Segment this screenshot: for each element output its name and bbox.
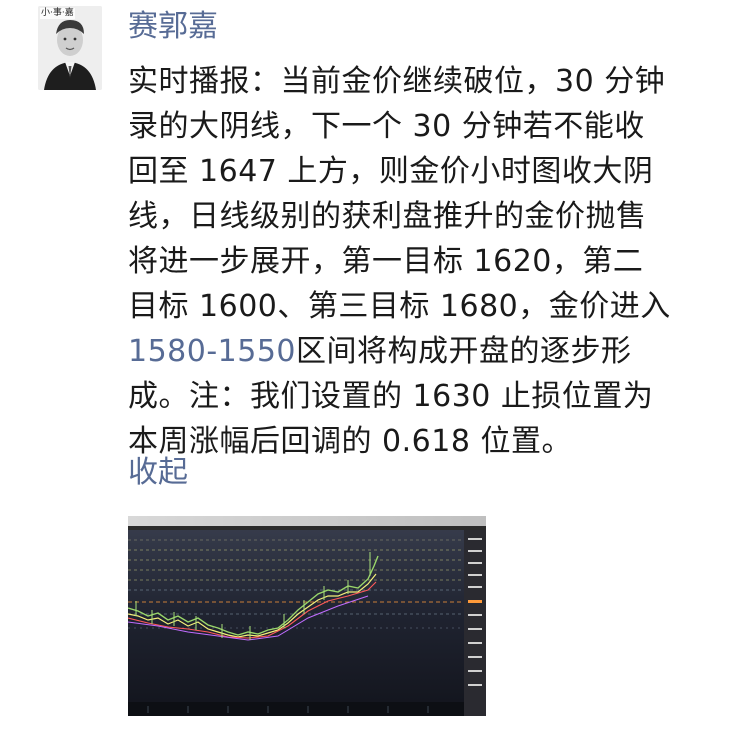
post-line-rest: 区间将构成开盘的逐步形 [296, 334, 632, 369]
post-line: 目标 1600、第三目标 1680，金价进入 [128, 289, 671, 324]
post-line: 本周涨幅后回调的 0.618 位置。 [128, 424, 572, 459]
post-text: 实时播报：当前金价继续破位，30 分钟 录的大阴线，下一个 30 分钟若不能收 … [128, 59, 728, 464]
author-avatar[interactable]: 小·事·嘉 [38, 6, 102, 90]
post-line: 线，日线级别的获利盘推升的金价抛售 [128, 199, 647, 234]
post-line: 录的大阴线，下一个 30 分钟若不能收 [128, 109, 645, 144]
post-line: 1580-1550区间将构成开盘的逐步形 [128, 329, 728, 374]
collapse-link[interactable]: 收起 [128, 452, 188, 494]
post-line: 成。注：我们设置的 1630 止损位置为 [128, 379, 654, 414]
post-line: 回至 1647 上方，则金价小时图收大阴 [128, 154, 654, 189]
post-line: 将进一步展开，第一目标 1620，第二 [128, 244, 644, 279]
avatar-caption: 小·事·嘉 [40, 8, 75, 19]
price-range-link[interactable]: 1580-1550 [128, 334, 296, 369]
chart-photo-image [128, 516, 486, 716]
post-line: 实时播报：当前金价继续破位，30 分钟 [128, 64, 666, 99]
chart-photo[interactable] [128, 516, 486, 716]
author-name[interactable]: 赛郭嘉 [128, 6, 218, 48]
